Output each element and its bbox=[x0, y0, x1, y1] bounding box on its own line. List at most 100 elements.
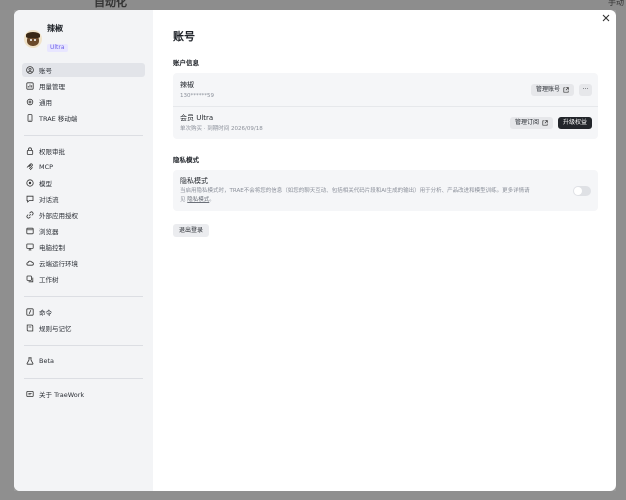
info-icon bbox=[26, 390, 34, 398]
sidebar-item[interactable]: MCP bbox=[22, 160, 145, 174]
sidebar-divider bbox=[24, 296, 143, 297]
backdrop-overlay-right bbox=[616, 10, 626, 500]
sidebar-group: 账号用量管理通用 TRAE 移动端 bbox=[22, 63, 145, 131]
user-circle-icon bbox=[26, 66, 34, 74]
sidebar-item-label: 命令 bbox=[39, 309, 52, 317]
sidebar-nav: 账号用量管理通用 TRAE 移动端 权限审批 MCP 模型对话流外部应用授权 浏览器电脑控… bbox=[22, 63, 145, 407]
upgrade-button[interactable]: 升级权益 bbox=[557, 117, 592, 129]
sidebar-item-label: 通用 bbox=[39, 99, 52, 107]
profile-name: 辣椒 bbox=[47, 24, 63, 33]
sidebar-item[interactable]: 电脑控制 bbox=[22, 240, 145, 254]
browser-icon bbox=[26, 227, 34, 235]
usage-icon bbox=[26, 82, 34, 90]
sidebar-item[interactable]: 关于 TraeWork bbox=[22, 387, 145, 401]
privacy-section-title: 隐私模式 bbox=[173, 156, 199, 164]
sidebar-item-label: 权限审批 bbox=[39, 148, 65, 156]
sidebar-item[interactable]: 云端运行环境 bbox=[22, 256, 145, 270]
sidebar-item[interactable]: TRAE 移动端 bbox=[22, 111, 145, 125]
background-app-header: 自动化 手动 bbox=[0, 0, 626, 10]
sidebar-item[interactable]: 权限审批 bbox=[22, 144, 145, 158]
sidebar-item-label: 关于 TraeWork bbox=[39, 391, 85, 399]
cloud-icon bbox=[26, 259, 34, 267]
backdrop-overlay-bottom bbox=[0, 491, 626, 500]
sidebar-group: 命令 规则与记忆 bbox=[22, 305, 145, 341]
sidebar-group: 关于 TraeWork bbox=[22, 387, 145, 407]
account-phone: 130******59 bbox=[180, 92, 214, 99]
backdrop-overlay-left bbox=[0, 10, 14, 491]
worktree-icon bbox=[26, 275, 34, 283]
sidebar-item[interactable]: 外部应用授权 bbox=[22, 208, 145, 222]
command-icon bbox=[26, 308, 34, 316]
sidebar-item[interactable]: Beta bbox=[22, 354, 145, 368]
plan-title: 会员 Ultra bbox=[180, 114, 214, 122]
sidebar-item-label: 电脑控制 bbox=[39, 244, 65, 252]
sidebar-item[interactable]: 通用 bbox=[22, 95, 145, 109]
account-user-row: 辣椒 130******59 管理账号 ··· bbox=[173, 73, 598, 106]
more-options-button[interactable]: ··· bbox=[579, 83, 592, 96]
sidebar-item-label: 浏览器 bbox=[39, 228, 59, 236]
sidebar-divider bbox=[24, 345, 143, 346]
sidebar-item-label: 对话流 bbox=[39, 196, 59, 204]
sidebar-divider bbox=[24, 378, 143, 379]
privacy-card-title: 隐私模式 bbox=[180, 177, 208, 185]
settings-sidebar: 辣椒 Ultra 账号用量管理通用 TRAE 移动端 权限审批 MCP 模型对话流外部应… bbox=[14, 10, 153, 491]
chat-icon bbox=[26, 195, 34, 203]
sidebar-item[interactable]: 规则与记忆 bbox=[22, 321, 145, 335]
book-icon bbox=[26, 324, 34, 332]
avatar bbox=[24, 29, 42, 48]
link-icon bbox=[26, 211, 34, 219]
sidebar-item-label: MCP bbox=[39, 163, 54, 171]
sidebar-item[interactable]: 工作树 bbox=[22, 272, 145, 286]
plan-expiry: 单次购买 · 到期时间 2026/09/18 bbox=[180, 126, 263, 132]
settings-icon bbox=[26, 98, 34, 106]
sidebar-item[interactable]: 账号 bbox=[22, 63, 145, 77]
logout-button[interactable]: 退出登录 bbox=[173, 224, 210, 237]
plan-badge: Ultra bbox=[47, 44, 68, 52]
account-section-title: 账户信息 bbox=[173, 59, 199, 67]
background-app-title: 自动化 bbox=[94, 0, 127, 9]
flask-icon bbox=[26, 357, 34, 365]
sidebar-item-label: 用量管理 bbox=[39, 83, 65, 91]
sidebar-item[interactable]: 命令 bbox=[22, 305, 145, 319]
sidebar-item-label: 模型 bbox=[39, 180, 52, 188]
close-button[interactable] bbox=[602, 14, 610, 22]
lock-icon bbox=[26, 147, 34, 155]
mobile-icon bbox=[26, 114, 34, 122]
privacy-desc-text: 当启用隐私模式时，TRAE不会将您的信息（如您的聊天互动、包括相关代码片段和AI… bbox=[180, 188, 530, 194]
sidebar-group: Beta bbox=[22, 354, 145, 374]
privacy-card: 隐私模式 当启用隐私模式时，TRAE不会将您的信息（如您的聊天互动、包括相关代码… bbox=[173, 170, 598, 211]
model-icon bbox=[26, 179, 34, 187]
close-icon bbox=[602, 14, 610, 22]
privacy-desc-suffix: 。 bbox=[209, 196, 215, 203]
monitor-icon bbox=[26, 243, 34, 251]
privacy-mode-link[interactable]: 隐私模式 bbox=[187, 197, 209, 203]
account-card: 辣椒 130******59 管理账号 ··· 会员 Ultra 单次购买 · … bbox=[173, 73, 598, 139]
mcp-icon bbox=[26, 163, 34, 171]
manage-account-label: 管理账号 bbox=[535, 85, 560, 93]
sidebar-item-label: 账号 bbox=[39, 67, 52, 75]
sidebar-item[interactable]: 浏览器 bbox=[22, 224, 145, 238]
settings-modal: 辣椒 Ultra 账号用量管理通用 TRAE 移动端 权限审批 MCP 模型对话流外部应… bbox=[14, 10, 616, 491]
sidebar-item-label: 外部应用授权 bbox=[39, 212, 78, 220]
page-title: 账号 bbox=[173, 30, 195, 43]
background-corner-label: 手动 bbox=[608, 0, 624, 7]
sidebar-item[interactable]: 模型 bbox=[22, 176, 145, 190]
sidebar-item-label: TRAE 移动端 bbox=[39, 115, 78, 123]
external-link-icon bbox=[563, 86, 569, 93]
sidebar-item[interactable]: 用量管理 bbox=[22, 79, 145, 93]
sidebar-item[interactable]: 对话流 bbox=[22, 192, 145, 206]
manage-account-button[interactable]: 管理账号 bbox=[530, 83, 574, 96]
sidebar-item-label: 规则与记忆 bbox=[39, 325, 72, 333]
manage-subscription-button[interactable]: 管理订阅 bbox=[509, 117, 553, 129]
external-link-icon bbox=[542, 120, 548, 126]
privacy-mode-toggle[interactable] bbox=[573, 186, 591, 196]
account-name: 辣椒 bbox=[180, 80, 194, 89]
plan-row: 会员 Ultra 单次购买 · 到期时间 2026/09/18 管理订阅 升级权… bbox=[173, 106, 598, 139]
sidebar-item-label: Beta bbox=[39, 357, 54, 365]
profile-header: 辣椒 Ultra bbox=[22, 24, 145, 63]
manage-subscription-label: 管理订阅 bbox=[514, 119, 539, 126]
privacy-description: 当启用隐私模式时，TRAE不会将您的信息（如您的聊天互动、包括相关代码片段和AI… bbox=[180, 187, 562, 204]
sidebar-item-label: 工作树 bbox=[39, 276, 59, 284]
sidebar-item-label: 云端运行环境 bbox=[39, 260, 78, 268]
sidebar-group: 权限审批 MCP 模型对话流外部应用授权 浏览器电脑控制云端运行环境 工作树 bbox=[22, 144, 145, 292]
